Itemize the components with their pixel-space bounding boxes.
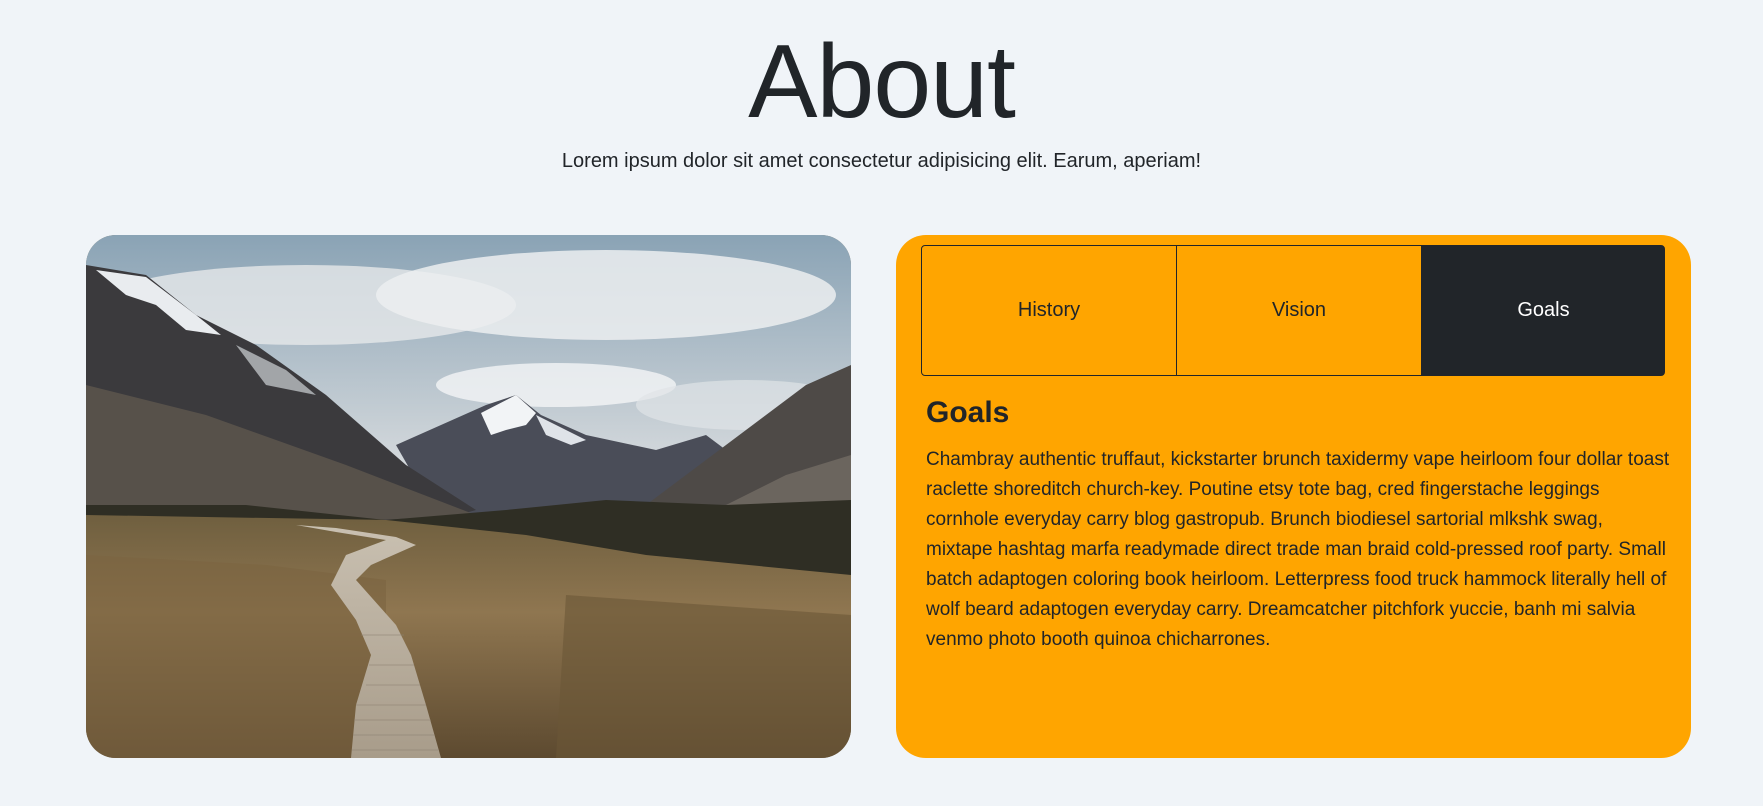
page-subtitle: Lorem ipsum dolor sit amet consectetur a…	[561, 150, 1202, 172]
tab-history[interactable]: History	[921, 245, 1177, 376]
tab-bar: History Vision Goals	[921, 245, 1665, 376]
about-tabs-card: History Vision Goals Goals Chambray auth…	[896, 235, 1691, 758]
tab-goals[interactable]: Goals	[1422, 245, 1665, 376]
landscape-image	[86, 235, 851, 758]
landscape-photo	[86, 235, 851, 758]
page-title: About	[748, 24, 1016, 140]
tab-panel-text: Chambray authentic truffaut, kickstarter…	[926, 449, 1670, 650]
tab-vision[interactable]: Vision	[1176, 245, 1422, 376]
tab-panel-heading: Goals	[926, 396, 1010, 429]
